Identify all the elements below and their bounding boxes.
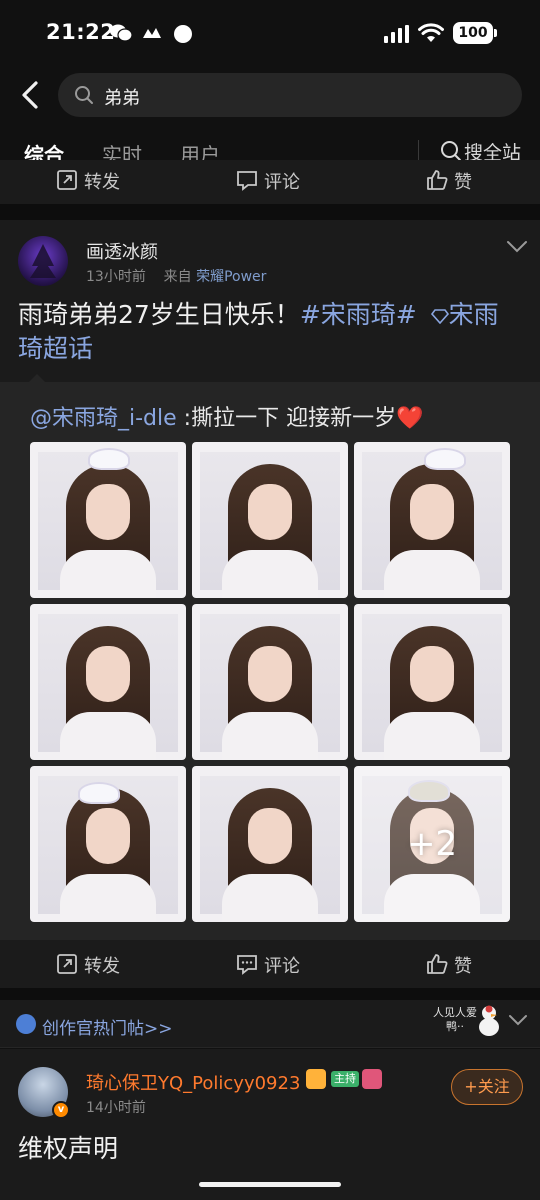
post-time: 13小时前 [86, 269, 146, 285]
repost-label: 转发 [84, 172, 120, 193]
tree-silhouette-image [30, 244, 56, 278]
duck-sticker: 人见人爱 鸭·· [428, 1004, 502, 1044]
sticker-text: 人见人爱 鸭·· [433, 1006, 477, 1033]
photo-grid: +2 [30, 442, 510, 922]
more-photos-count: +2 [406, 824, 458, 864]
status-bar: 21:22 100 [0, 0, 540, 66]
source-prefix: 来自 [163, 269, 192, 285]
card-separator [0, 988, 540, 1000]
photo-7[interactable] [30, 766, 186, 922]
repost-caption: :撕拉一下 迎接新一岁 [176, 406, 397, 431]
author-name[interactable]: 琦心保卫YQ_Policyy0923 [86, 1069, 300, 1095]
duck-icon [479, 1005, 499, 1036]
crown-badge-icon [306, 1069, 326, 1089]
post-text: 维权声明 [18, 1134, 119, 1163]
wechat-icon [110, 24, 132, 42]
battery-tip [494, 29, 497, 37]
post-body: 雨琦弟弟27岁生日快乐！#宋雨琦# 宋雨琦超话 [18, 298, 522, 366]
search-header: 弟弟 [0, 66, 540, 124]
photo-2[interactable] [192, 442, 348, 598]
chevron-down-icon[interactable] [506, 240, 528, 254]
repost-icon [57, 954, 77, 974]
repost-icon [57, 170, 77, 190]
thumbs-up-icon [427, 954, 448, 974]
reposted-content[interactable]: @宋雨琦_i-dle :撕拉一下 迎接新一岁❤️ +2 [0, 382, 540, 940]
chevron-down-icon[interactable] [508, 1014, 528, 1028]
photo-6[interactable] [354, 604, 510, 760]
photo-1[interactable] [30, 442, 186, 598]
host-badge: 主持 [331, 1071, 359, 1087]
home-indicator[interactable] [199, 1182, 341, 1187]
repost-text: @宋雨琦_i-dle :撕拉一下 迎接新一岁❤️ [30, 400, 423, 432]
post-card-2[interactable]: v 琦心保卫YQ_Policyy0923 主持 14小时前 +关注 维权声明 [0, 1049, 540, 1200]
comment-label: 评论 [264, 172, 300, 193]
photo-3[interactable] [354, 442, 510, 598]
search-query: 弟弟 [104, 88, 140, 109]
mention-link[interactable]: @宋雨琦_i-dle [30, 406, 177, 431]
comment-icon [237, 171, 257, 191]
post-source: 荣耀Power [196, 269, 267, 285]
post-meta: 13小时前 来自 荣耀Power [86, 266, 266, 286]
photo-5[interactable] [192, 604, 348, 760]
author-name[interactable]: 画透冰颜 [86, 238, 158, 264]
battery-indicator: 100 [453, 22, 493, 44]
search-icon [75, 86, 93, 104]
creator-hot-posts-link[interactable]: 创作官热门帖>> [42, 1014, 173, 1039]
avatar[interactable]: v [18, 1067, 70, 1119]
post-actions: 转发 评论 赞 [0, 940, 540, 988]
app-notification-icon [143, 28, 161, 38]
search-input[interactable]: 弟弟 [58, 73, 522, 117]
post-card[interactable]: 画透冰颜 13小时前 来自 荣耀Power 雨琦弟弟27岁生日快乐！#宋雨琦# … [0, 220, 540, 940]
photo-8[interactable] [192, 766, 348, 922]
heart-emoji: ❤️ [396, 406, 424, 431]
card-separator [0, 204, 540, 220]
repost-label: 转发 [84, 956, 120, 977]
prev-post-actions: 转发 评论 赞 [0, 160, 540, 204]
creator-badge-icon [16, 1014, 36, 1034]
hashtag-link[interactable]: #宋雨琦# [300, 300, 417, 329]
dot-icon [174, 25, 192, 43]
super-topic-diamond-icon [430, 309, 449, 325]
signal-icon [384, 25, 409, 43]
photo-4[interactable] [30, 604, 186, 760]
creator-hot-posts-row[interactable]: 创作官热门帖>> 人见人爱 鸭·· [0, 1000, 540, 1048]
like-label: 赞 [454, 172, 472, 193]
clock: 21:22 [46, 20, 116, 44]
avatar[interactable] [18, 236, 68, 286]
like-label: 赞 [454, 956, 472, 977]
comment-icon [237, 955, 257, 975]
back-arrow-icon[interactable] [16, 78, 46, 112]
verified-v-icon: v [52, 1101, 70, 1119]
wifi-icon [418, 23, 444, 42]
search-icon [441, 141, 461, 161]
comment-label: 评论 [264, 956, 300, 977]
photo-9-more[interactable]: +2 [354, 766, 510, 922]
post-text: 雨琦弟弟27岁生日快乐！ [18, 300, 300, 329]
level-badge-icon [362, 1069, 382, 1089]
follow-button[interactable]: +关注 [451, 1069, 523, 1105]
thumbs-up-icon [427, 170, 448, 190]
post-time: 14小时前 [86, 1100, 146, 1116]
